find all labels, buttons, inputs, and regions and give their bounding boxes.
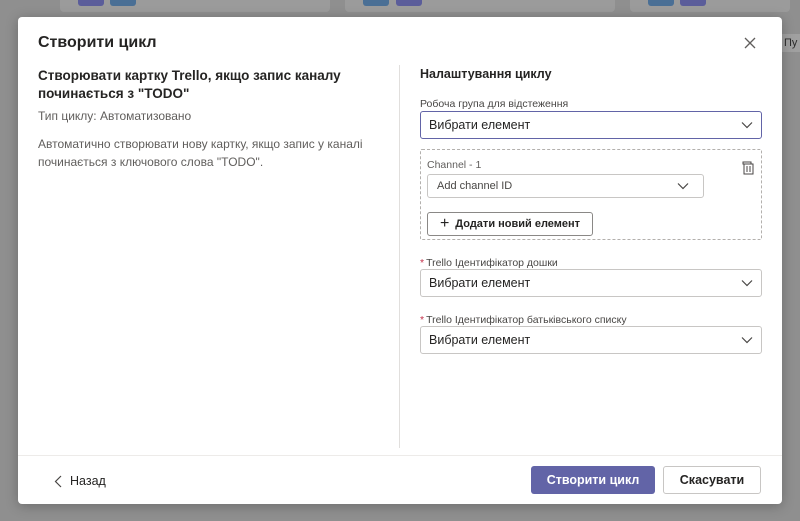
settings-title: Налаштування циклу xyxy=(420,67,552,81)
background-button xyxy=(78,0,104,6)
dialog-footer: Назад Створити цикл Скасувати xyxy=(18,455,782,504)
chevron-down-icon xyxy=(677,183,689,190)
background-side-text: Пу xyxy=(782,34,800,52)
delete-channel-button[interactable] xyxy=(741,161,755,175)
chevron-down-icon xyxy=(741,337,753,344)
background-button xyxy=(648,0,674,6)
list-select[interactable]: Вибрати елемент xyxy=(420,326,762,354)
list-field-label: * Trello Ідентифікатор батьківського спис… xyxy=(420,314,627,326)
flow-description: Автоматично створювати нову картку, якщо… xyxy=(38,137,363,169)
cancel-button[interactable]: Скасувати xyxy=(663,466,761,494)
add-item-label: Додати новий елемент xyxy=(455,218,581,230)
board-field-label-text: Trello Ідентифікатор дошки xyxy=(426,257,558,269)
plus-icon: + xyxy=(439,215,450,232)
channel-group: Channel - 1 Add channel ID + Додати нови… xyxy=(420,149,762,240)
board-field-label: * Trello Ідентифікатор дошки xyxy=(420,257,558,269)
required-mark: * xyxy=(420,314,425,326)
required-mark: * xyxy=(420,257,425,269)
pane-divider xyxy=(399,65,400,448)
board-select-value: Вибрати елемент xyxy=(429,276,531,290)
create-flow-dialog: Створити цикл Створювати картку Trello, … xyxy=(18,17,782,504)
board-select[interactable]: Вибрати елемент xyxy=(420,269,762,297)
close-icon xyxy=(744,37,756,49)
add-item-button[interactable]: + Додати новий елемент xyxy=(427,212,593,236)
background-button xyxy=(396,0,422,6)
dialog-title: Створити цикл xyxy=(38,34,157,51)
background-button xyxy=(110,0,136,6)
list-field-label-text: Trello Ідентифікатор батьківського списк… xyxy=(426,314,627,326)
dialog-header: Створити цикл xyxy=(18,17,782,69)
channel-id-select[interactable]: Add channel ID xyxy=(427,174,704,198)
close-button[interactable] xyxy=(742,35,758,51)
channel-id-select-value: Add channel ID xyxy=(437,180,513,192)
background-button xyxy=(680,0,706,6)
flow-info-pane: Створювати картку Trello, якщо запис кан… xyxy=(38,67,398,171)
flow-title: Створювати картку Trello, якщо запис кан… xyxy=(38,68,341,101)
team-select[interactable]: Вибрати елемент xyxy=(420,111,762,139)
back-button[interactable]: Назад xyxy=(54,474,106,488)
team-select-value: Вибрати елемент xyxy=(429,118,531,132)
create-flow-button[interactable]: Створити цикл xyxy=(531,466,655,494)
chevron-down-icon xyxy=(741,122,753,129)
chevron-down-icon xyxy=(741,280,753,287)
team-field-label: Робоча група для відстеження xyxy=(420,98,569,110)
trash-icon xyxy=(742,161,754,175)
back-label: Назад xyxy=(70,474,106,488)
chevron-left-icon xyxy=(54,475,62,487)
flow-settings-pane: Налаштування циклу Робоча група для відс… xyxy=(420,67,762,354)
background-button xyxy=(363,0,389,6)
flow-type: Тип циклу: Автоматизовано xyxy=(38,109,192,123)
channel-label: Channel - 1 xyxy=(427,159,482,171)
list-select-value: Вибрати елемент xyxy=(429,333,531,347)
